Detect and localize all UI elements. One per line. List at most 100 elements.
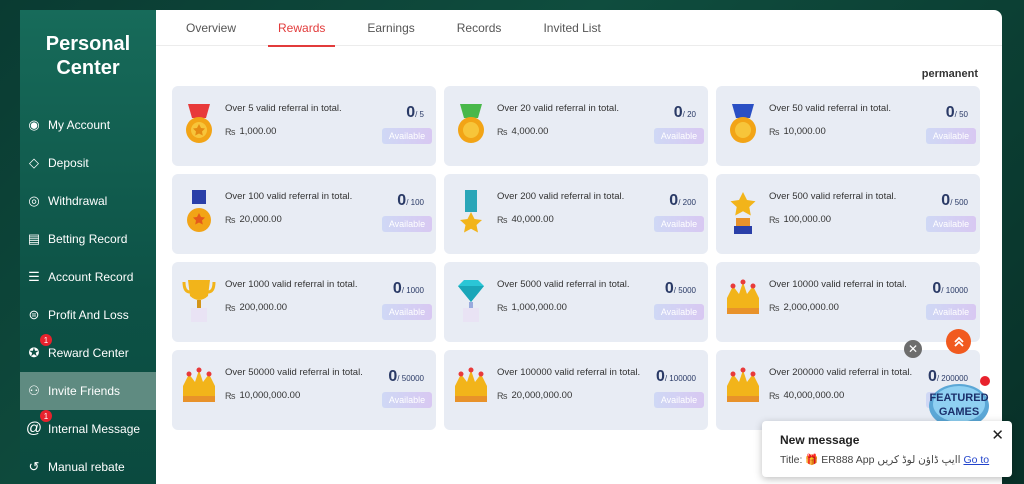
notification-close-button[interactable]: ✕	[991, 426, 1004, 444]
reward-progress: 0/ 100000	[655, 368, 696, 385]
tab-bar: Overview Rewards Earnings Records Invited Li…	[156, 10, 1002, 47]
reward-card: Over 10000 valid referral in total. ₨ 2,00…	[716, 262, 980, 342]
sidebar-item-deposit[interactable]: ◇ Deposit	[20, 144, 156, 182]
close-featured-button[interactable]: ✕	[904, 340, 922, 358]
notification-badge: 1	[40, 334, 52, 346]
available-button[interactable]: Available	[654, 128, 704, 144]
sidebar-item-my-account[interactable]: ◉ My Account	[20, 106, 156, 144]
reward-card: Over 5 valid referral in total. ₨ 1,000.00…	[172, 86, 436, 166]
notification-link[interactable]: Go to	[963, 454, 989, 466]
sidebar-item-label: My Account	[48, 118, 111, 132]
sidebar-item-betting-record[interactable]: ▤ Betting Record	[20, 220, 156, 258]
available-button[interactable]: Available	[654, 304, 704, 320]
featured-line2: GAMES	[939, 406, 979, 418]
diamond-trophy-icon	[452, 276, 490, 328]
gift-icon: ✪	[28, 345, 40, 360]
available-button[interactable]: Available	[654, 392, 704, 408]
red-medal-icon	[180, 100, 218, 152]
star-medal-icon	[180, 188, 218, 240]
crown-icon	[724, 276, 762, 328]
reward-progress: 0/ 50000	[388, 368, 424, 385]
crown-icon	[724, 364, 762, 416]
reward-description: Over 200000 valid referral in total.	[769, 367, 913, 378]
reward-amount: ₨ 10,000,000.00	[225, 390, 301, 401]
currency-icon: ₨	[497, 390, 508, 401]
sidebar-item-manual-rebate[interactable]: ↺ Manual rebate	[20, 448, 156, 484]
reward-progress: 0/ 200	[669, 192, 696, 209]
sidebar: Personal Center ◉ My Account ◇ Deposit ◎ With…	[20, 10, 156, 484]
currency-icon: ₨	[769, 302, 780, 313]
permanent-label: permanent	[921, 68, 978, 80]
reward-card: Over 500 valid referral in total. ₨ 100,00…	[716, 174, 980, 254]
reward-amount: ₨ 200,000.00	[225, 302, 288, 313]
currency-icon: ₨	[225, 214, 236, 225]
tab-overview[interactable]: Overview	[176, 10, 246, 46]
notification-title: New message	[780, 433, 860, 447]
reward-amount: ₨ 20,000.00	[225, 214, 282, 225]
reward-progress: 0/ 10000	[932, 280, 968, 297]
star-trophy-icon	[724, 188, 762, 240]
sidebar-item-profit-and-loss[interactable]: ⊜ Profit And Loss	[20, 296, 156, 334]
sidebar-item-invite-friends[interactable]: ⚇ Invite Friends	[20, 372, 156, 410]
double-chevron-up-icon	[953, 336, 964, 347]
reward-description: Over 100000 valid referral in total.	[497, 367, 641, 378]
rebate-icon: ↺	[28, 459, 40, 474]
reward-progress: 0/ 20	[673, 104, 696, 121]
available-button[interactable]: Available	[926, 216, 976, 232]
gift-icon: 🎁	[805, 454, 819, 466]
reward-amount: ₨ 4,000.00	[497, 126, 549, 137]
reward-description: Over 500 valid referral in total.	[769, 191, 897, 202]
reward-card: Over 100 valid referral in total. ₨ 20,000…	[172, 174, 436, 254]
sidebar-item-internal-message[interactable]: @ Internal Message 1	[20, 410, 156, 448]
reward-description: Over 10000 valid referral in total.	[769, 279, 907, 290]
sidebar-nav: ◉ My Account ◇ Deposit ◎ Withdrawal ▤ Betting R…	[20, 106, 156, 484]
tab-earnings[interactable]: Earnings	[357, 10, 424, 46]
reward-description: Over 1000 valid referral in total.	[225, 279, 358, 290]
list-alt-icon: ⊜	[28, 307, 40, 322]
currency-icon: ₨	[497, 126, 508, 137]
reward-description: Over 50000 valid referral in total.	[225, 367, 363, 378]
reward-amount: ₨ 10,000.00	[769, 126, 826, 137]
scroll-top-button[interactable]	[946, 329, 971, 354]
tab-records[interactable]: Records	[447, 10, 512, 46]
list-icon: ☰	[28, 269, 40, 284]
available-button[interactable]: Available	[382, 304, 432, 320]
reward-card: Over 50 valid referral in total. ₨ 10,000.…	[716, 86, 980, 166]
sidebar-item-label: Account Record	[48, 270, 134, 284]
notification-body: Title: 🎁 ER888 App اایپ ڈاؤن لوڈ کریں Go…	[780, 454, 990, 466]
available-button[interactable]: Available	[382, 392, 432, 408]
available-button[interactable]: Available	[382, 128, 432, 144]
sidebar-item-label: Withdrawal	[48, 194, 108, 208]
tab-rewards[interactable]: Rewards	[268, 10, 336, 47]
reward-progress: 0/ 500	[941, 192, 968, 209]
sidebar-item-label: Deposit	[48, 156, 89, 170]
reward-card: Over 200 valid referral in total. ₨ 40,000…	[444, 174, 708, 254]
reward-description: Over 5 valid referral in total.	[225, 103, 342, 114]
currency-icon: ₨	[769, 214, 780, 225]
currency-icon: ₨	[225, 302, 236, 313]
sidebar-item-label: Betting Record	[48, 232, 128, 246]
ticket-icon: ◇	[29, 155, 39, 170]
sidebar-item-account-record[interactable]: ☰ Account Record	[20, 258, 156, 296]
reward-amount: ₨ 40,000,000.00	[769, 390, 845, 401]
tab-invited-list[interactable]: Invited List	[533, 10, 610, 46]
sidebar-item-withdrawal[interactable]: ◎ Withdrawal	[20, 182, 156, 220]
available-button[interactable]: Available	[926, 128, 976, 144]
currency-icon: ₨	[769, 390, 780, 401]
reward-progress: 0/ 5000	[664, 280, 696, 297]
sidebar-item-label: Invite Friends	[48, 384, 121, 398]
notification-popup: New message Title: 🎁 ER888 App اایپ ڈاؤن…	[762, 421, 1012, 477]
sidebar-item-label: Reward Center	[48, 346, 129, 360]
reward-amount: ₨ 1,000.00	[225, 126, 277, 137]
reward-card: Over 100000 valid referral in total. ₨ 20,…	[444, 350, 708, 430]
available-button[interactable]: Available	[926, 304, 976, 320]
available-button[interactable]: Available	[654, 216, 704, 232]
currency-icon: ₨	[225, 390, 236, 401]
user-circle-icon: ◉	[28, 117, 40, 132]
sidebar-item-reward-center[interactable]: ✪ Reward Center 1	[20, 334, 156, 372]
available-button[interactable]: Available	[382, 216, 432, 232]
rewards-grid: Over 5 valid referral in total. ₨ 1,000.00…	[172, 86, 980, 430]
reward-progress: 0/ 50	[945, 104, 968, 121]
notification-badge: 1	[40, 410, 52, 422]
reward-description: Over 20 valid referral in total.	[497, 103, 619, 114]
